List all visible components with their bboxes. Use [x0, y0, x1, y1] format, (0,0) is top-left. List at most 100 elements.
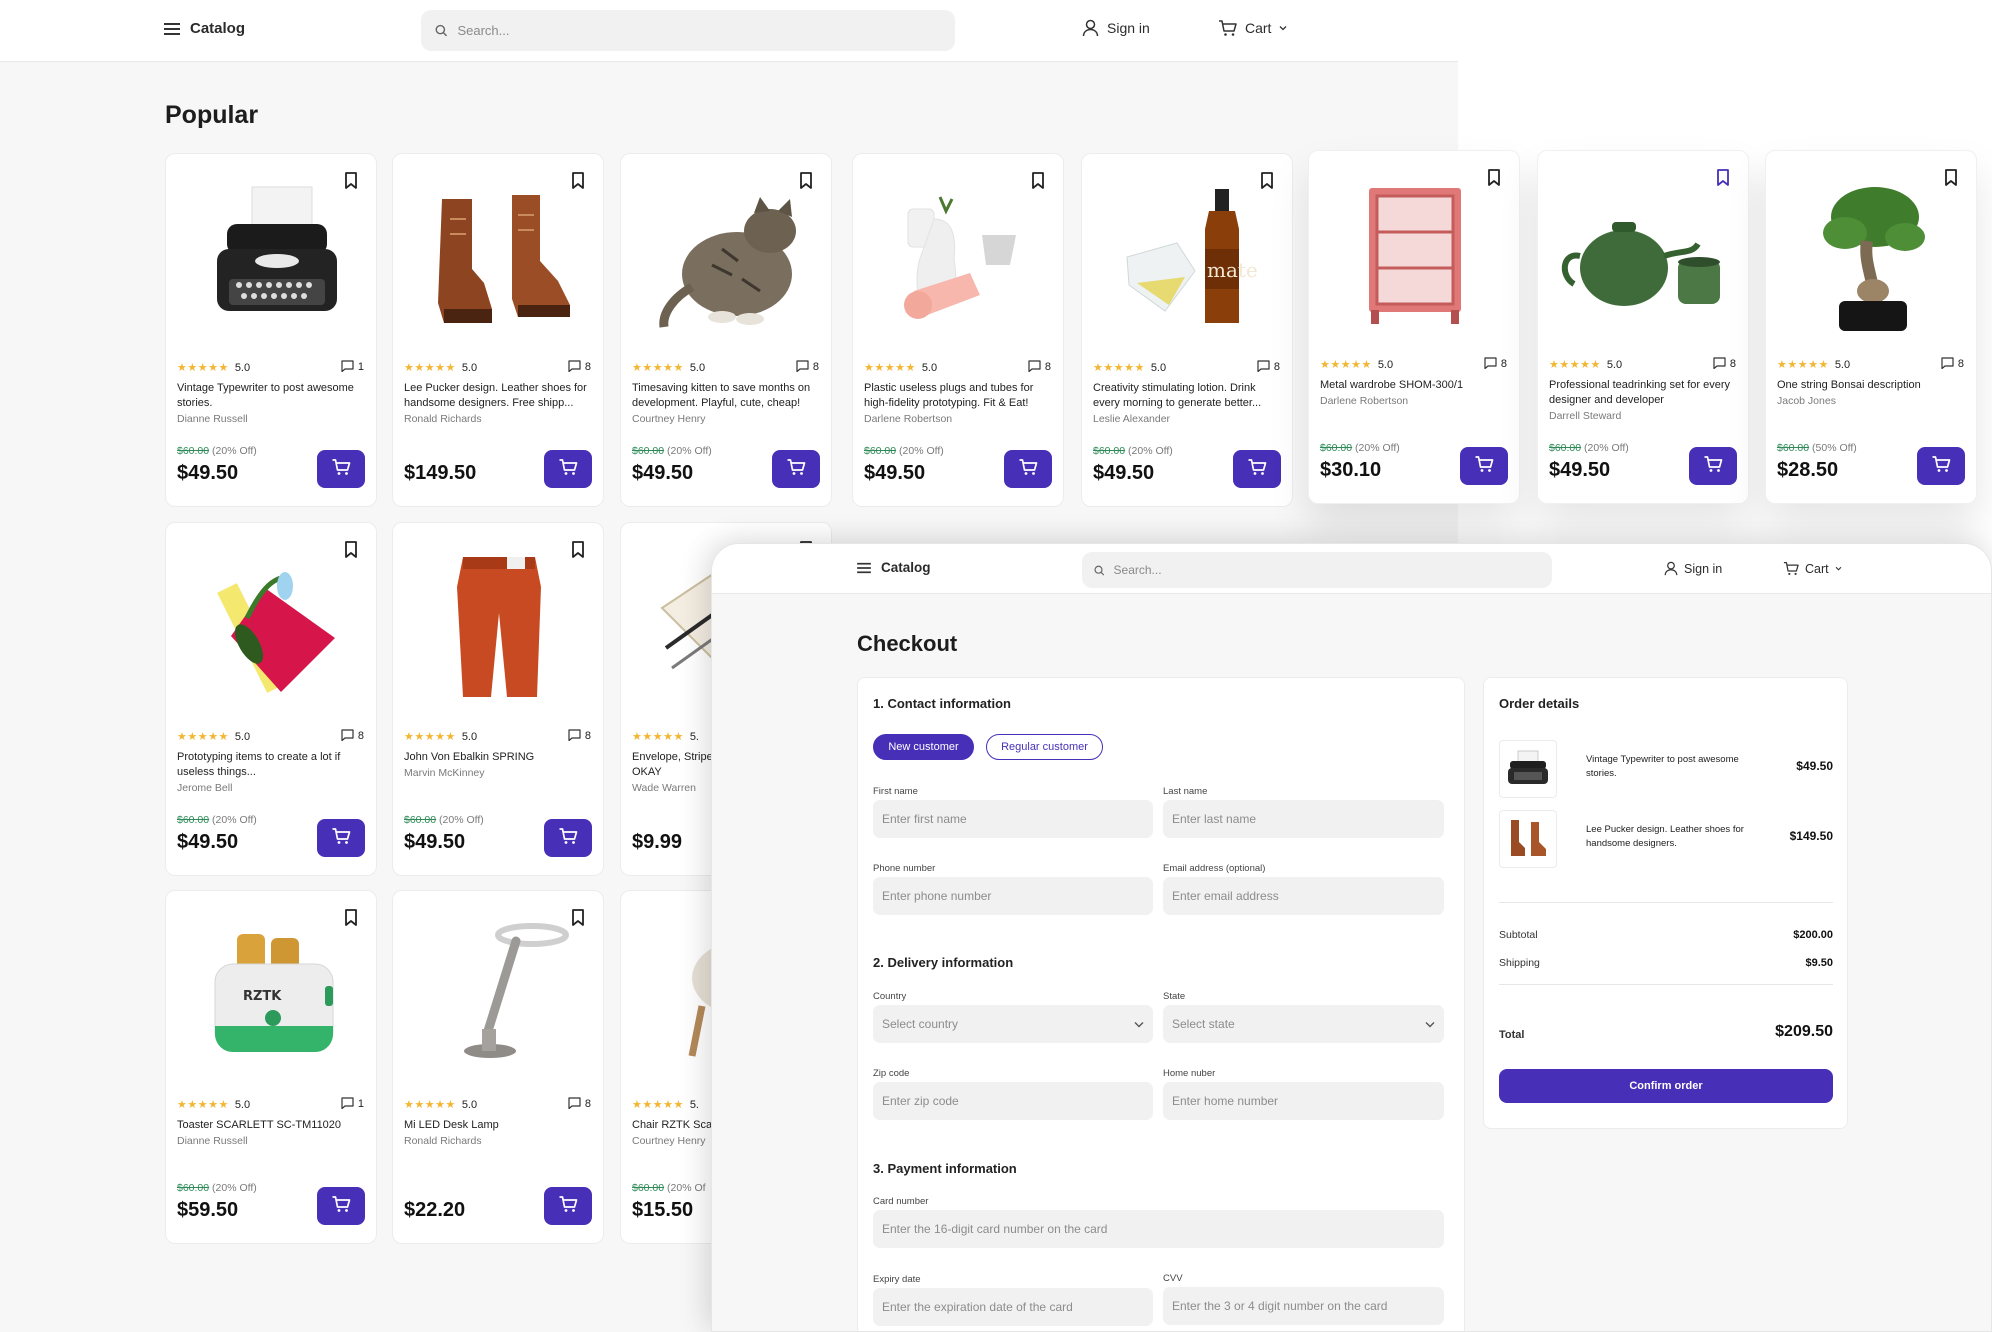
home-number-field[interactable]	[1163, 1082, 1444, 1120]
catalog-menu-button[interactable]: Catalog	[164, 20, 245, 37]
product-image[interactable]	[176, 170, 368, 352]
product-title[interactable]: John Von Ebalkin SPRING	[404, 750, 593, 765]
catalog-search-bar[interactable]	[421, 10, 955, 51]
comments-count[interactable]: 8	[796, 359, 819, 375]
rating-value: 5.0	[461, 730, 478, 743]
product-title[interactable]: Vintage Typewriter to post awesome stori…	[177, 381, 366, 411]
checkout-menu-button[interactable]: Catalog	[857, 560, 931, 575]
phone-field[interactable]	[873, 877, 1153, 915]
product-title[interactable]: Professional teadrinking set for every d…	[1549, 378, 1738, 408]
product-card[interactable]: ★★★★★ 5.0 8 Prototyping items to create a l…	[165, 522, 377, 876]
checkout-sign-in-link[interactable]: Sign in	[1664, 561, 1722, 576]
product-card[interactable]: ★★★★★ 5.0 8 One string Bonsai description Ja…	[1765, 150, 1977, 504]
catalog-sign-in-link[interactable]: Sign in	[1082, 19, 1150, 37]
card-number-field[interactable]	[873, 1210, 1444, 1248]
add-to-cart-button[interactable]	[544, 450, 592, 488]
add-to-cart-button[interactable]	[1233, 450, 1281, 488]
add-to-cart-button[interactable]	[1689, 447, 1737, 485]
cvv-field[interactable]	[1163, 1287, 1444, 1325]
product-card[interactable]: ★★★★★ 5.0 1 Vintage Typewriter to post awes…	[165, 153, 377, 507]
add-to-cart-button[interactable]	[317, 450, 365, 488]
comments-count[interactable]: 8	[568, 359, 591, 375]
subtotal-value: $200.00	[1793, 929, 1833, 941]
add-to-cart-button[interactable]	[317, 1187, 365, 1225]
comment-icon	[1257, 359, 1270, 375]
comments-count[interactable]: 8	[568, 728, 591, 744]
first-name-field[interactable]	[873, 800, 1153, 838]
product-title[interactable]: Timesaving kitten to save months on deve…	[632, 381, 821, 411]
comments-count[interactable]: 1	[341, 1096, 364, 1112]
state-select[interactable]: Select state	[1163, 1005, 1444, 1043]
product-title[interactable]: Prototyping items to create a lot if use…	[177, 750, 366, 780]
add-to-cart-button[interactable]	[1917, 447, 1965, 485]
catalog-sign-in-label: Sign in	[1107, 20, 1150, 36]
product-card[interactable]: ★★★★★ 5.0 8 Timesaving kitten to save month…	[620, 153, 832, 507]
product-title[interactable]: Mi LED Desk Lamp	[404, 1118, 593, 1133]
comments-count[interactable]: 8	[1257, 359, 1280, 375]
add-to-cart-button[interactable]	[1460, 447, 1508, 485]
checkout-cart-link[interactable]: Cart	[1783, 561, 1842, 576]
product-image[interactable]: mate	[1092, 170, 1284, 352]
comments-value: 8	[1729, 358, 1736, 370]
product-card[interactable]: mate ★★★★★ 5.0 8 Creativity stimulating loti…	[1081, 153, 1293, 507]
product-image[interactable]	[403, 907, 595, 1089]
product-image[interactable]	[1319, 167, 1511, 349]
product-image[interactable]	[631, 170, 823, 352]
product-card[interactable]: ★★★★★ 5.0 8 John Von Ebalkin SPRING Marvin M…	[392, 522, 604, 876]
product-card[interactable]: ★★★★★ 5.0 8 Plastic useless plugs and tubes…	[852, 153, 1064, 507]
last-name-field[interactable]	[1163, 800, 1444, 838]
product-card[interactable]: RZTK ★★★★★ 5.0 1 Toaster SCARLETT SC-TM11020…	[165, 890, 377, 1244]
product-title[interactable]: Creativity stimulating lotion. Drink eve…	[1093, 381, 1282, 411]
product-card[interactable]: ★★★★★ 5.0 8 Lee Pucker design. Leather shoe…	[392, 153, 604, 507]
add-to-cart-button[interactable]	[1004, 450, 1052, 488]
product-image[interactable]	[403, 170, 595, 352]
expiry-label: Expiry date	[873, 1274, 921, 1285]
comment-icon	[1484, 356, 1497, 372]
product-image[interactable]	[863, 170, 1055, 352]
product-card[interactable]: ★★★★★ 5.0 8 Metal wardrobe SHOM-300/1 Darlen…	[1308, 150, 1520, 504]
comments-count[interactable]: 1	[341, 359, 364, 375]
comments-count[interactable]: 8	[1713, 356, 1736, 372]
product-author: Dianne Russell	[177, 1135, 248, 1147]
product-author: Courtney Henry	[632, 1135, 706, 1147]
comments-count[interactable]: 8	[1941, 356, 1964, 372]
product-title[interactable]: One string Bonsai description	[1777, 378, 1966, 393]
product-card[interactable]: ★★★★★ 5.0 8 Professional teadrinking set fo…	[1537, 150, 1749, 504]
comments-count[interactable]: 8	[1484, 356, 1507, 372]
old-price-value: $60.00	[632, 1182, 665, 1194]
product-image[interactable]	[176, 539, 368, 721]
catalog-cart-link[interactable]: Cart	[1218, 19, 1287, 37]
cart-icon	[1783, 562, 1799, 575]
product-image[interactable]	[1776, 167, 1968, 349]
product-title[interactable]: Plastic useless plugs and tubes for high…	[864, 381, 1053, 411]
checkout-search-input[interactable]	[1113, 563, 1552, 577]
add-to-cart-button[interactable]	[317, 819, 365, 857]
comments-count[interactable]: 8	[341, 728, 364, 744]
country-select[interactable]: Select country	[873, 1005, 1153, 1043]
product-image[interactable]	[1548, 167, 1740, 349]
comments-count[interactable]: 8	[568, 1096, 591, 1112]
expiry-field[interactable]	[873, 1288, 1153, 1326]
rating-group: ★★★★★ 5.0	[177, 730, 250, 743]
add-to-cart-button[interactable]	[544, 1187, 592, 1225]
add-to-cart-button[interactable]	[544, 819, 592, 857]
product-price: $49.50	[177, 831, 239, 853]
checkout-search-bar[interactable]	[1082, 552, 1552, 588]
new-customer-tab[interactable]: New customer	[873, 734, 974, 760]
catalog-search-input[interactable]	[457, 23, 955, 38]
email-field[interactable]	[1163, 877, 1444, 915]
product-card[interactable]: ★★★★★ 5.0 8 Mi LED Desk Lamp Ronald Richards…	[392, 890, 604, 1244]
product-image[interactable]: RZTK	[176, 907, 368, 1089]
zip-field[interactable]	[873, 1082, 1153, 1120]
old-price: $60.00 (20% Off)	[177, 1182, 257, 1194]
discount-label: (20% Off)	[1584, 442, 1629, 454]
product-title[interactable]: Metal wardrobe SHOM-300/1	[1320, 378, 1509, 393]
product-title[interactable]: Toaster SCARLETT SC-TM11020	[177, 1118, 366, 1133]
add-to-cart-button[interactable]	[772, 450, 820, 488]
confirm-order-button[interactable]: Confirm order	[1499, 1069, 1833, 1103]
product-image[interactable]	[403, 539, 595, 721]
comments-count[interactable]: 8	[1028, 359, 1051, 375]
regular-customer-tab[interactable]: Regular customer	[986, 734, 1103, 760]
star-rating-icon: ★★★★★	[177, 730, 229, 743]
product-title[interactable]: Lee Pucker design. Leather shoes for han…	[404, 381, 593, 411]
